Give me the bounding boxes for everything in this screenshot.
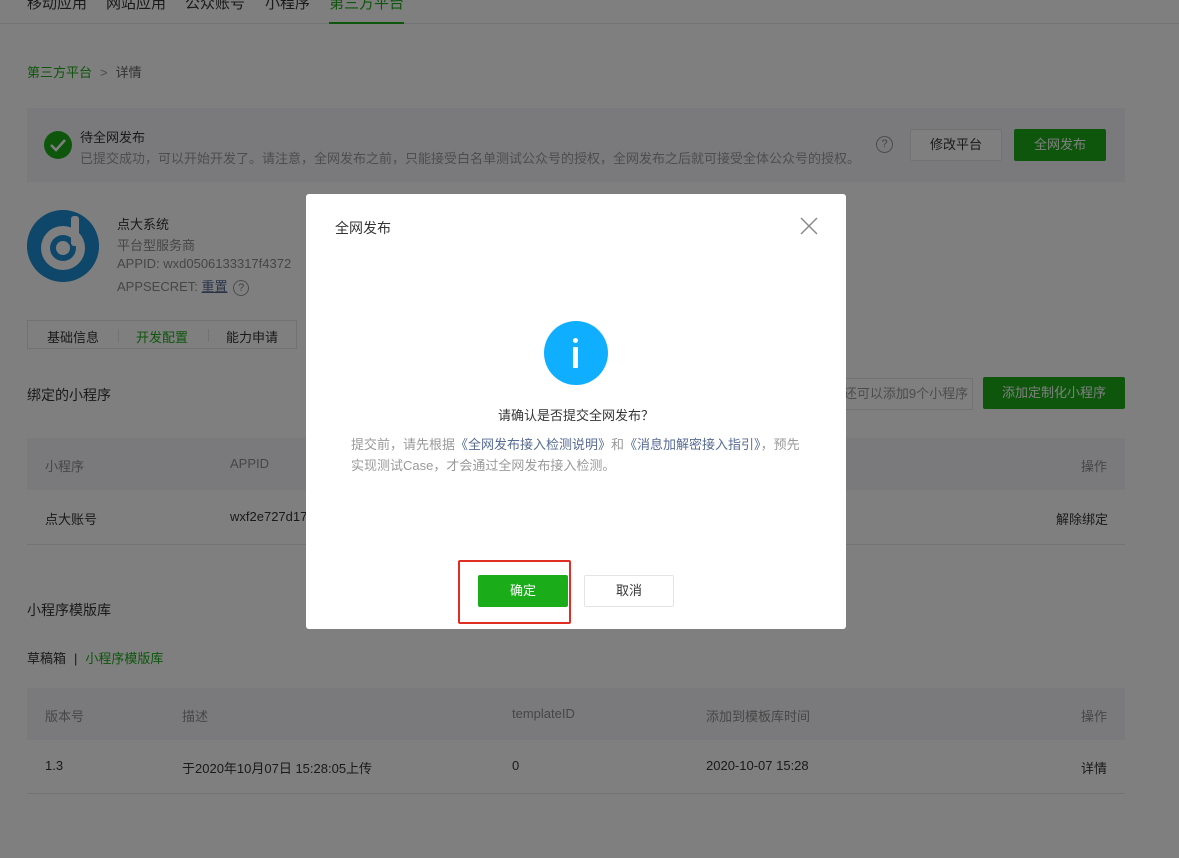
desc-text: 提交前，请先根据 (351, 437, 456, 452)
publish-dialog: 全网发布 请确认是否提交全网发布？ 提交前，请先根据《全网发布接入检测说明》和《… (306, 194, 846, 629)
dialog-desc: 提交前，请先根据《全网发布接入检测说明》和《消息加解密接入指引》，预先实现测试C… (351, 434, 801, 476)
cancel-button[interactable]: 取消 (584, 575, 674, 607)
publish-check-guide-link[interactable]: 《全网发布接入检测说明》 (455, 437, 611, 452)
dialog-title: 全网发布 (335, 220, 391, 236)
desc-text: 和 (611, 437, 625, 452)
highlight-box (458, 560, 571, 624)
info-icon (544, 321, 608, 385)
close-icon[interactable] (799, 216, 819, 236)
encryption-guide-link[interactable]: 《消息加解密接入指引》 (624, 437, 761, 452)
dialog-question: 请确认是否提交全网发布？ (497, 408, 654, 423)
